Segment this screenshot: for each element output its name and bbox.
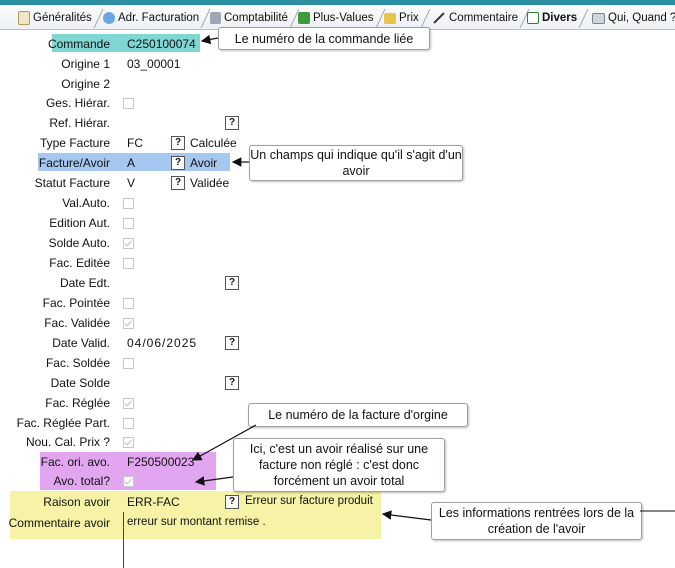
- arrow-fac-ori: [191, 424, 257, 461]
- callout-arrows: [191, 34, 675, 521]
- arrow-avo-total: [194, 476, 234, 486]
- arrow-informations: [381, 510, 432, 521]
- arrow-commande: [200, 34, 219, 45]
